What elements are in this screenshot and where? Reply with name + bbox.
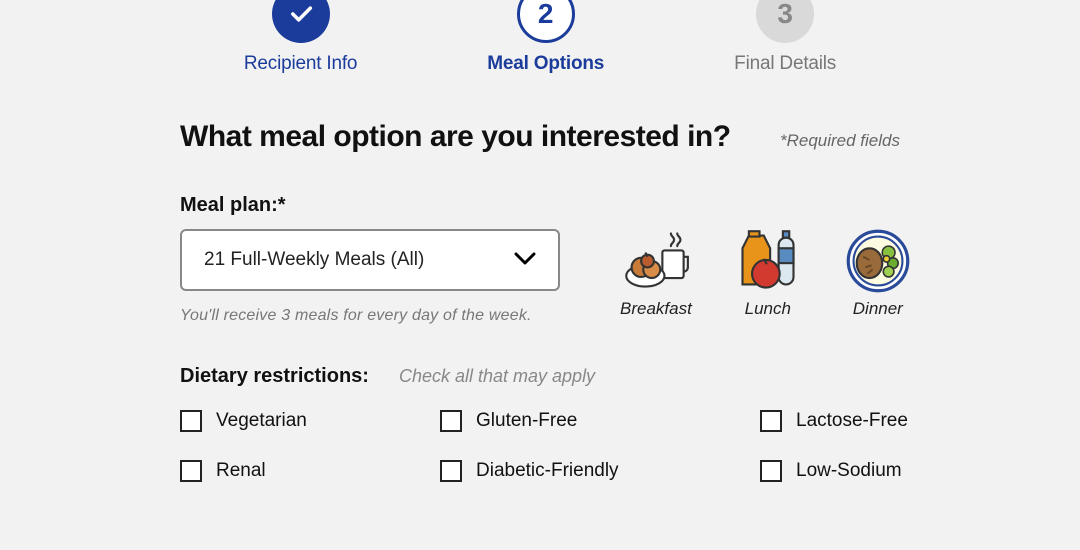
checkbox-box (180, 410, 202, 432)
dietary-restrictions-label: Dietary restrictions: (180, 365, 369, 388)
dietary-restrictions-note: Check all that may apply (399, 366, 595, 387)
lunch-icon (734, 227, 802, 295)
checkbox-label: Low-Sodium (796, 460, 902, 482)
meal-icons-row: Breakfast Lunch (620, 227, 912, 319)
meal-type-lunch: Lunch (734, 227, 802, 319)
checkbox-label: Lactose-Free (796, 410, 908, 432)
chevron-down-icon (514, 249, 536, 272)
breakfast-icon (622, 227, 690, 295)
checkbox-renal[interactable]: Renal (180, 460, 430, 482)
dinner-icon (844, 227, 912, 295)
checkbox-lactose-free[interactable]: Lactose-Free (760, 410, 950, 432)
step-circle-check (272, 0, 330, 43)
checkbox-box (760, 460, 782, 482)
checkbox-low-sodium[interactable]: Low-Sodium (760, 460, 950, 482)
meal-plan-helper: You'll receive 3 meals for every day of … (180, 307, 560, 325)
checkbox-diabetic-friendly[interactable]: Diabetic-Friendly (440, 460, 720, 482)
check-icon (287, 0, 315, 28)
required-fields-note: *Required fields (780, 131, 900, 151)
step-label: Recipient Info (244, 53, 357, 75)
checkbox-box (180, 460, 202, 482)
meal-plan-label: Meal plan:* (180, 194, 900, 217)
checkbox-box (440, 410, 462, 432)
meal-caption: Breakfast (620, 299, 692, 319)
stepper: Recipient Info 2 Meal Options 3 Final De… (80, 0, 1000, 75)
checkbox-gluten-free[interactable]: Gluten-Free (440, 410, 720, 432)
step-label: Meal Options (487, 53, 604, 75)
meal-plan-select[interactable]: 21 Full-Weekly Meals (All) (180, 229, 560, 291)
step-label: Final Details (734, 53, 836, 75)
step-final-details[interactable]: 3 Final Details (734, 0, 836, 75)
checkbox-vegetarian[interactable]: Vegetarian (180, 410, 430, 432)
checkbox-box (440, 460, 462, 482)
page-heading: What meal option are you interested in? (180, 120, 731, 154)
step-circle-3: 3 (756, 0, 814, 43)
meal-plan-selected-value: 21 Full-Weekly Meals (All) (204, 249, 424, 271)
meal-caption: Lunch (745, 299, 791, 319)
step-recipient-info[interactable]: Recipient Info (244, 0, 357, 75)
checkbox-box (760, 410, 782, 432)
checkbox-label: Gluten-Free (476, 410, 577, 432)
meal-type-dinner: Dinner (844, 227, 912, 319)
meal-caption: Dinner (853, 299, 903, 319)
checkbox-label: Vegetarian (216, 410, 307, 432)
checkbox-label: Diabetic-Friendly (476, 460, 619, 482)
step-meal-options[interactable]: 2 Meal Options (487, 0, 604, 75)
step-circle-2: 2 (517, 0, 575, 43)
checkbox-label: Renal (216, 460, 266, 482)
meal-type-breakfast: Breakfast (620, 227, 692, 319)
